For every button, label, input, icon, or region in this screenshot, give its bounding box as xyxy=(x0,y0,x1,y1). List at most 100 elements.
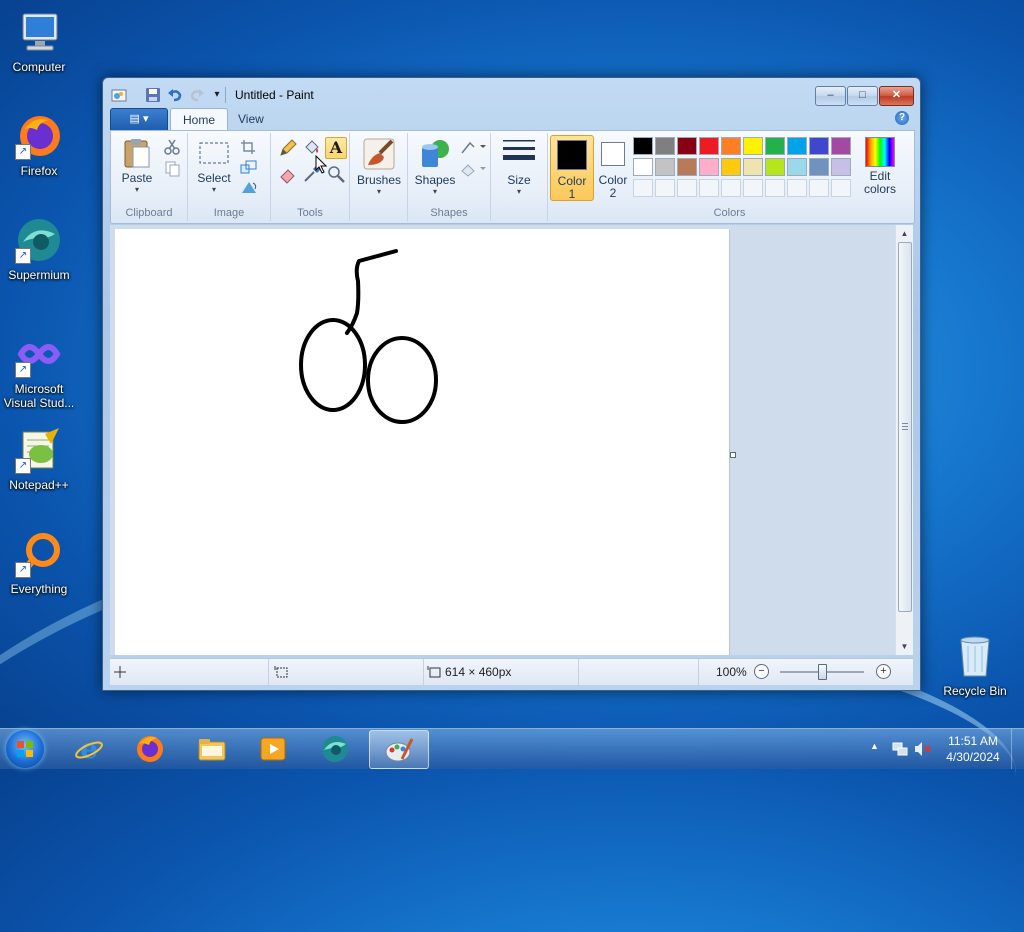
save-icon[interactable] xyxy=(145,87,161,103)
custom-color-slot[interactable] xyxy=(677,179,697,197)
taskbar-item-paint[interactable] xyxy=(369,730,429,769)
palette-color[interactable] xyxy=(787,158,807,176)
color2-button[interactable]: Color 2 xyxy=(592,135,634,200)
fill-icon[interactable] xyxy=(460,161,486,177)
taskbar-item-media-player[interactable] xyxy=(244,730,302,767)
everything-icon: ↗ xyxy=(15,530,63,578)
palette-color[interactable] xyxy=(677,137,697,155)
tab-home[interactable]: Home xyxy=(170,108,229,131)
palette-color[interactable] xyxy=(831,158,851,176)
shapes-button[interactable]: Shapes ▾ xyxy=(412,137,458,196)
title-bar[interactable]: ▾ Untitled - Paint – □ ✕ xyxy=(103,78,920,108)
palette-color[interactable] xyxy=(655,137,675,155)
start-button[interactable] xyxy=(6,730,44,768)
paste-button[interactable]: Paste ▾ xyxy=(117,137,157,194)
custom-color-slot[interactable] xyxy=(699,179,719,197)
desktop-icon-notepadpp[interactable]: ↗ Notepad++ xyxy=(0,426,78,492)
palette-color[interactable] xyxy=(831,137,851,155)
custom-color-slot[interactable] xyxy=(809,179,829,197)
palette-color[interactable] xyxy=(809,137,829,155)
custom-color-slot[interactable] xyxy=(743,179,763,197)
chevron-down-icon: ▾ xyxy=(432,187,437,196)
taskbar-item-file-explorer[interactable] xyxy=(183,730,241,767)
crop-icon[interactable] xyxy=(240,139,258,155)
redo-icon[interactable] xyxy=(189,87,205,103)
desktop-icon-everything[interactable]: ↗ Everything xyxy=(0,530,78,596)
size-button[interactable]: Size ▾ xyxy=(497,137,541,196)
customize-quick-access-icon[interactable]: ▾ xyxy=(209,87,225,103)
taskbar-item-internet-explorer[interactable]: e xyxy=(60,730,118,767)
palette-color[interactable] xyxy=(809,158,829,176)
drawing-canvas[interactable] xyxy=(115,229,729,655)
desktop-icon-visual-studio[interactable]: ↗ Microsoft Visual Stud... xyxy=(0,330,78,410)
group-label-clipboard: Clipboard xyxy=(125,207,173,219)
desktop-icon-firefox[interactable]: ↗ Firefox xyxy=(0,112,78,178)
taskbar-item-firefox[interactable] xyxy=(121,730,179,767)
tab-view[interactable]: View xyxy=(226,108,276,130)
zoom-out-button[interactable]: − xyxy=(754,664,769,679)
rotate-icon[interactable] xyxy=(240,179,258,195)
desktop-icon-recycle-bin[interactable]: Recycle Bin xyxy=(936,632,1014,698)
edit-colors-button[interactable]: Edit colors xyxy=(856,137,904,196)
custom-color-slot[interactable] xyxy=(831,179,851,197)
outline-icon[interactable] xyxy=(460,139,486,155)
custom-color-slot[interactable] xyxy=(633,179,653,197)
palette-color[interactable] xyxy=(743,158,763,176)
custom-color-slot[interactable] xyxy=(787,179,807,197)
shortcut-arrow-icon: ↗ xyxy=(15,458,31,474)
desktop-icon-supermium[interactable]: ↗ Supermium xyxy=(0,216,78,282)
maximize-button[interactable]: □ xyxy=(847,86,878,106)
recycle-bin-icon xyxy=(951,632,999,680)
palette-color[interactable] xyxy=(633,158,653,176)
eraser-tool[interactable] xyxy=(277,163,299,185)
brushes-button[interactable]: Brushes ▾ xyxy=(355,137,403,196)
taskbar-item-supermium[interactable] xyxy=(306,730,364,767)
canvas-resize-handle[interactable] xyxy=(730,452,736,458)
palette-color[interactable] xyxy=(765,137,785,155)
undo-icon[interactable] xyxy=(167,87,183,103)
chevron-down-icon: ▾ xyxy=(211,185,216,194)
shortcut-arrow-icon: ↗ xyxy=(15,144,31,160)
palette-color[interactable] xyxy=(699,137,719,155)
palette-color[interactable] xyxy=(699,158,719,176)
cut-icon[interactable] xyxy=(163,139,181,155)
paint-app-icon[interactable] xyxy=(111,87,127,103)
system-clock[interactable]: 11:51 AM 4/30/2024 xyxy=(938,733,1008,765)
scroll-down-icon[interactable]: ▼ xyxy=(896,638,913,655)
zoom-slider-thumb[interactable] xyxy=(818,664,827,680)
resize-icon[interactable] xyxy=(240,159,258,175)
palette-color[interactable] xyxy=(743,137,763,155)
pencil-tool[interactable] xyxy=(277,137,299,159)
palette-color[interactable] xyxy=(655,158,675,176)
palette-color[interactable] xyxy=(721,137,741,155)
custom-color-slot[interactable] xyxy=(765,179,785,197)
volume-muted-icon[interactable] xyxy=(914,741,932,757)
visual-studio-icon: ↗ xyxy=(15,330,63,378)
edit-colors-label: Edit colors xyxy=(863,169,896,196)
zoom-in-button[interactable]: + xyxy=(876,664,891,679)
desktop-icon-label: Computer xyxy=(12,60,66,74)
group-colors: Color 1 Color 2 Edit colors Colors xyxy=(548,133,911,221)
network-icon[interactable] xyxy=(892,741,908,757)
palette-color[interactable] xyxy=(677,158,697,176)
scroll-up-icon[interactable]: ▲ xyxy=(896,225,913,242)
desktop-icon-computer[interactable]: Computer xyxy=(0,8,78,74)
color2-label: Color 2 xyxy=(598,173,628,200)
help-icon[interactable]: ? xyxy=(895,111,909,125)
palette-color[interactable] xyxy=(633,137,653,155)
select-button[interactable]: Select ▾ xyxy=(194,137,234,194)
show-desktop-button[interactable] xyxy=(1011,729,1024,769)
palette-color[interactable] xyxy=(721,158,741,176)
custom-color-slot[interactable] xyxy=(655,179,675,197)
palette-color[interactable] xyxy=(765,158,785,176)
scroll-thumb[interactable] xyxy=(898,242,912,612)
palette-color[interactable] xyxy=(787,137,807,155)
color1-button[interactable]: Color 1 xyxy=(550,135,594,201)
minimize-button[interactable]: – xyxy=(815,86,846,106)
vertical-scrollbar[interactable]: ▲ ▼ xyxy=(895,225,913,655)
copy-icon[interactable] xyxy=(163,161,181,177)
close-button[interactable]: ✕ xyxy=(879,86,914,106)
custom-color-slot[interactable] xyxy=(721,179,741,197)
show-hidden-icons-icon[interactable]: ▲ xyxy=(870,741,879,751)
file-menu-button[interactable]: ▤ ▾ xyxy=(110,108,168,132)
